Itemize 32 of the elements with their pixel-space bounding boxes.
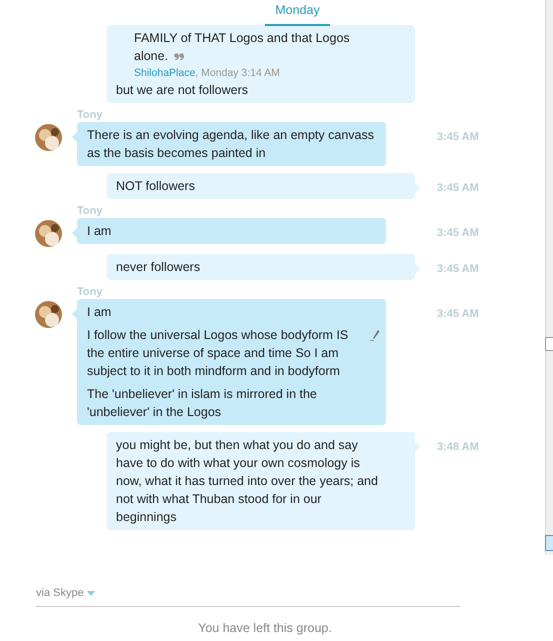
caret-icon[interactable] [86, 590, 95, 596]
message-text: There is an evolving agenda, like an empty canvass as the basis becomes painted in [87, 127, 375, 162]
message-time: 3:45 AM [437, 226, 479, 241]
quoted-text: FAMILY of THAT Logos and that Logos alone. [134, 30, 351, 65]
sender-name: Tony [77, 108, 104, 122]
message-time: 3:45 AM [437, 130, 479, 145]
message-text: The 'unbeliever' in islam is mirrored in the 'unbeliever' in the Logos [87, 386, 318, 421]
message-text: you might be, but then what you do and say have to do with what your own cosmology is now, what it has turned into over the years; and not with what Thuban stood for in our beginnings [116, 437, 378, 526]
message-text: NOT followers [116, 178, 196, 195]
message-text: never followers [116, 259, 202, 276]
via-skype-link[interactable]: via Skype [36, 585, 84, 602]
sender-name: Tony [77, 204, 104, 218]
avatar [35, 220, 62, 247]
quote-mark-icon [174, 53, 184, 60]
message-text: but we are not followers [116, 82, 250, 99]
sender-name: Tony [77, 285, 104, 299]
day-header: Monday [265, 0, 330, 26]
message-time: 3:45 AM [437, 181, 479, 196]
message-text: I follow the universal Logos whose bodyform IS the entire universe of space and time So I am subject to it in both mindform and in bodyform [87, 327, 350, 380]
scroll-down-icon[interactable] [545, 535, 553, 551]
message-time: 3:45 AM [437, 307, 479, 322]
message-text: I am [87, 223, 112, 240]
avatar [35, 124, 62, 151]
message-time: 3:48 AM [437, 440, 479, 455]
avatar [35, 301, 62, 328]
message-text: I am [87, 304, 112, 321]
status-message: You have left this group. [198, 620, 332, 637]
quote-time: , Monday 3:14 AM [195, 67, 280, 79]
scrollbar[interactable] [545, 0, 553, 555]
quote-author: ShilohaPlace [134, 67, 196, 79]
scroll-grip-icon[interactable] [545, 337, 553, 351]
message-time: 3:45 AM [437, 262, 479, 277]
